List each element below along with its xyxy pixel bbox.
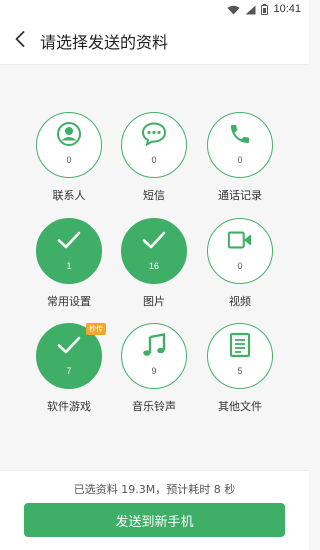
category-count: 7 [66, 366, 72, 376]
message-icon [141, 121, 167, 147]
category-circle[interactable]: 秒传 7 [36, 323, 106, 389]
transfer-summary: 已选资料 19.3M，预计耗时 8 秒 [73, 483, 236, 496]
category-circle[interactable]: 5 [207, 323, 273, 389]
category-label: 软件游戏 [47, 400, 91, 413]
category-pictures[interactable]: 16 图片 [109, 218, 199, 328]
category-settings[interactable]: 1 常用设置 [24, 218, 114, 328]
category-label: 视频 [229, 295, 251, 308]
category-circle[interactable]: 1 [36, 218, 102, 284]
battery-icon [261, 0, 269, 19]
check-icon [56, 227, 82, 253]
send-to-new-phone-button[interactable]: 发送到新手机 [24, 503, 285, 537]
category-count: 0 [237, 261, 243, 271]
category-label: 联系人 [52, 189, 86, 202]
category-label: 通话记录 [218, 189, 262, 202]
category-other-files[interactable]: 5 其他文件 [195, 323, 285, 433]
video-icon [227, 227, 253, 253]
phone-icon [227, 121, 253, 147]
category-count: 0 [237, 155, 243, 165]
category-circle[interactable]: 0 [207, 112, 273, 178]
back-arrow-icon [15, 31, 25, 51]
category-apps-games[interactable]: 秒传 7 软件游戏 [24, 323, 114, 433]
contact-icon [56, 121, 82, 147]
music-icon [141, 332, 167, 358]
category-label: 其他文件 [218, 400, 262, 413]
category-contacts[interactable]: 0 联系人 [24, 112, 114, 222]
category-grid: 0 联系人 0 短信 0 通话记录 1 常用设置 16 图片 0 视频 秒传 7… [0, 65, 309, 470]
category-circle[interactable]: 9 [121, 323, 187, 389]
category-circle[interactable]: 0 [207, 218, 273, 284]
category-count: 9 [151, 366, 157, 376]
category-music[interactable]: 9 音乐铃声 [109, 323, 199, 433]
category-count: 0 [66, 155, 72, 165]
status-time: 10:41 [273, 3, 301, 15]
check-icon [56, 332, 82, 358]
category-videos[interactable]: 0 视频 [195, 218, 285, 328]
category-label: 图片 [143, 295, 165, 308]
app-header: 请选择发送的资料 [0, 18, 309, 65]
instant-transfer-tag: 秒传 [86, 323, 106, 335]
wifi-icon [227, 0, 240, 19]
category-sms[interactable]: 0 短信 [109, 112, 199, 222]
category-circle[interactable]: 0 [121, 112, 187, 178]
page-title: 请选择发送的资料 [40, 33, 169, 52]
category-label: 音乐铃声 [132, 400, 176, 413]
document-icon [227, 332, 253, 358]
footer: 已选资料 19.3M，预计耗时 8 秒 发送到新手机 [0, 470, 309, 550]
category-circle[interactable]: 0 [36, 112, 102, 178]
category-count: 16 [148, 261, 159, 271]
status-icons: 10:41 [227, 2, 301, 16]
category-circle[interactable]: 16 [121, 218, 187, 284]
category-count: 0 [151, 155, 157, 165]
category-label: 短信 [143, 189, 165, 202]
check-icon [141, 227, 167, 253]
status-bar: 10:41 [0, 0, 309, 18]
category-label: 常用设置 [47, 295, 91, 308]
signal-icon [245, 0, 256, 19]
category-count: 1 [66, 261, 72, 271]
category-count: 5 [237, 366, 243, 376]
category-call-log[interactable]: 0 通话记录 [195, 112, 285, 222]
back-button[interactable] [0, 18, 40, 65]
